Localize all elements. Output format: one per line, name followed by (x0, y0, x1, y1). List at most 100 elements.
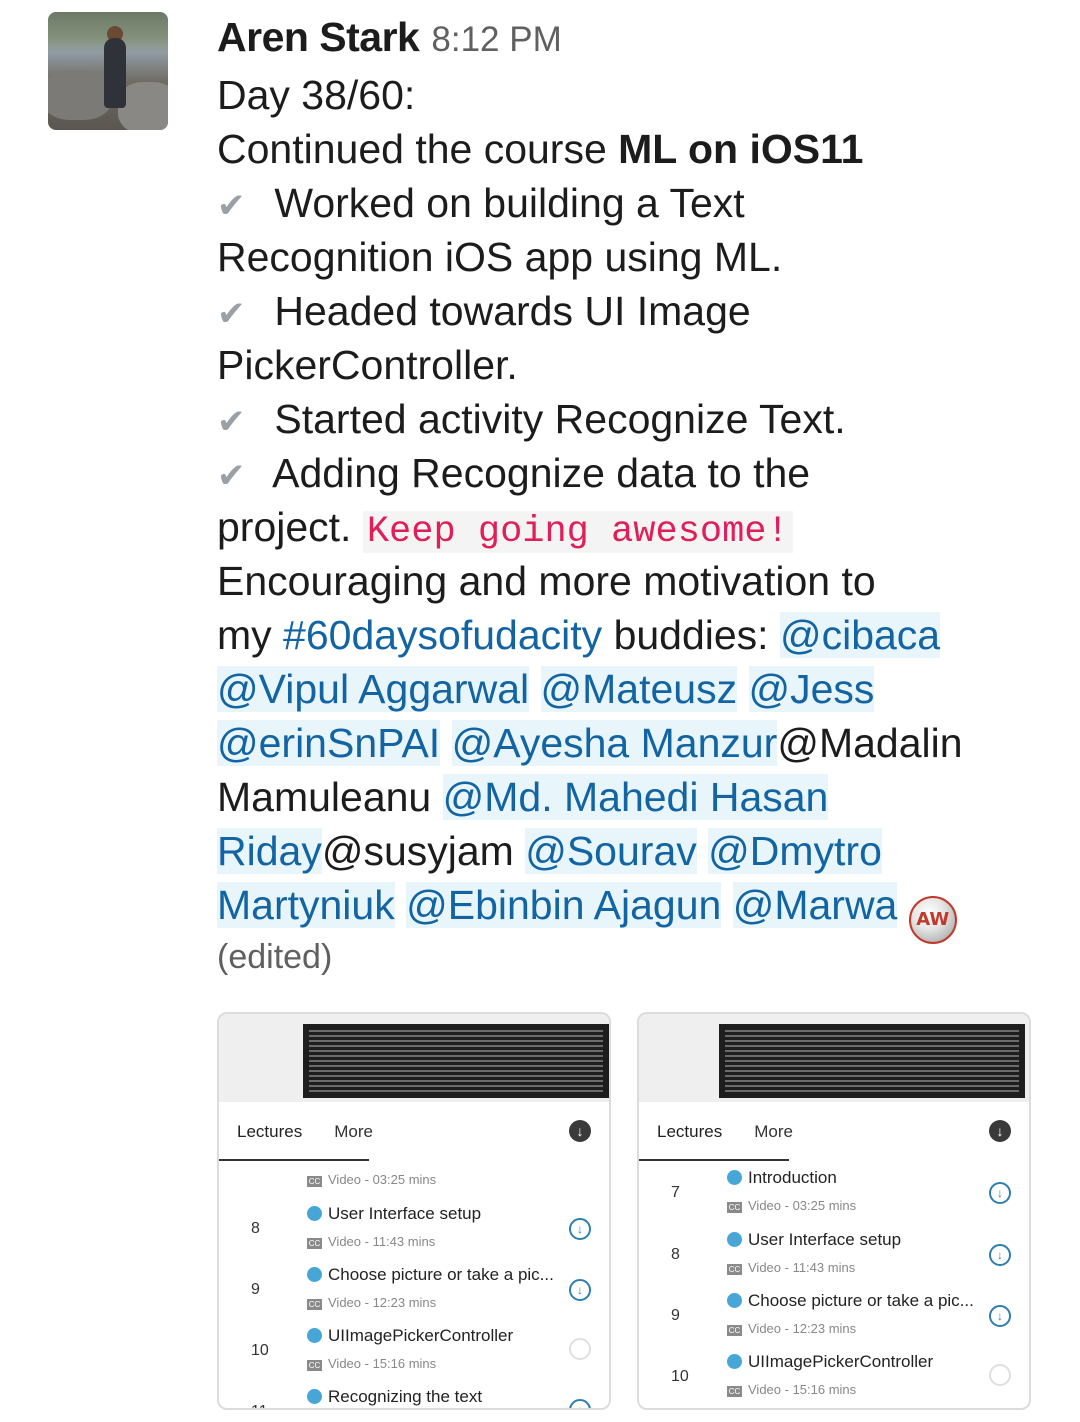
video-preview (639, 1014, 1029, 1102)
download-all-icon[interactable]: ↓ (989, 1120, 1011, 1142)
code-thumbnail (719, 1024, 1025, 1098)
check-icon (727, 1170, 742, 1185)
lecture-duration: CC Video - 03:25 mins (727, 1198, 856, 1213)
lecture-duration: CC Video - 11:43 mins (307, 1234, 435, 1249)
cc-icon: CC (307, 1176, 322, 1187)
download-icon[interactable]: ↓ (569, 1399, 591, 1408)
message-line: PickerController. (217, 342, 518, 388)
lecture-duration: CC Video - 12:23 mins (727, 1321, 856, 1336)
mention-link[interactable]: @erinSnPAI (217, 720, 441, 766)
lecture-number: 9 (251, 1281, 260, 1298)
download-icon[interactable]: ↓ (989, 1305, 1011, 1327)
message-timestamp[interactable]: 8:12 PM (431, 20, 561, 60)
text: @Madalin (777, 720, 963, 766)
mention-link[interactable]: @Sourav (525, 828, 697, 874)
download-empty-icon[interactable]: ↓ (569, 1338, 591, 1360)
message-body: Day 38/60: Continued the course ML on iO… (217, 68, 1057, 982)
lecture-title: User Interface setup (727, 1230, 901, 1250)
attachment-image-1[interactable]: Lectures More ↓ CC Video - 03:25 mins 8 U… (217, 1012, 611, 1410)
mention-link[interactable]: @Mateusz (540, 666, 738, 712)
text: Worked on building a Text (263, 180, 745, 226)
duration-text: Video - 12:23 mins (328, 1295, 437, 1310)
message-line: Recognition iOS app using ML. (217, 234, 783, 280)
message-line: Mamuleanu @Md. Mahedi Hasan (217, 770, 1057, 824)
lecture-title: Introduction (727, 1168, 837, 1188)
cc-icon: CC (727, 1325, 742, 1336)
text: Headed towards UI Image (263, 288, 751, 334)
download-icon[interactable]: ↓ (989, 1182, 1011, 1204)
lecture-number: 9 (671, 1307, 680, 1324)
video-preview (219, 1014, 609, 1102)
message-header: Aren Stark 8:12 PM (217, 14, 1057, 68)
mention-link[interactable]: @Md. Mahedi Hasan (442, 774, 829, 820)
text: buddies: (602, 612, 780, 658)
mention-link[interactable]: @cibaca (779, 612, 941, 658)
tab-indicator (219, 1159, 369, 1161)
message-line: ✔ Worked on building a Text (217, 176, 1057, 230)
check-icon: ✔ (217, 295, 246, 333)
attachment-image-2[interactable]: Lectures More ↓ 7 Introduction CC Video -… (637, 1012, 1031, 1410)
download-all-icon[interactable]: ↓ (569, 1120, 591, 1142)
tab-more[interactable]: More (334, 1122, 373, 1142)
cc-icon: CC (307, 1238, 322, 1249)
lecture-duration: CC Video - 12:23 mins (307, 1295, 436, 1310)
text: my (217, 612, 284, 658)
lecture-number: 8 (251, 1220, 260, 1237)
mention-link[interactable]: Riday (217, 828, 322, 874)
download-icon[interactable]: ↓ (569, 1279, 591, 1301)
text: Started activity Recognize Text. (263, 396, 846, 442)
lecture-title: Choose picture or take a pic... (727, 1291, 974, 1311)
mention-link[interactable]: @Vipul Aggarwal (217, 666, 530, 712)
cc-icon: CC (727, 1386, 742, 1397)
tab-more[interactable]: More (754, 1122, 793, 1142)
lecture-duration: CC Video - 11:43 mins (727, 1260, 855, 1275)
mention-link[interactable]: @Jess (748, 666, 875, 712)
cc-icon: CC (307, 1299, 322, 1310)
download-icon[interactable]: ↓ (989, 1244, 1011, 1266)
mention-link[interactable]: @Marwa (732, 882, 898, 928)
message-line: Encouraging and more motivation to (217, 558, 876, 604)
check-icon: ✔ (217, 187, 246, 225)
message-line: ✔ Adding Recognize data to the (217, 446, 1057, 500)
title-text: Choose picture or take a pic... (748, 1291, 974, 1310)
title-text: Recognizing the text (328, 1387, 483, 1406)
cc-icon: CC (727, 1264, 742, 1275)
download-icon[interactable]: ↓ (569, 1218, 591, 1240)
text: Adding Recognize data to the (263, 450, 811, 496)
user-avatar[interactable] (48, 12, 168, 130)
duration-text: Video - 15:16 mins (328, 1356, 437, 1371)
message-line: my #60daysofudacity buddies: @cibaca (217, 608, 1057, 662)
lecture-number: 7 (671, 1184, 680, 1201)
duration-text: Video - 11:43 mins (748, 1260, 856, 1275)
text: Mamuleanu (217, 774, 443, 820)
check-icon: ✔ (217, 457, 246, 495)
author-name[interactable]: Aren Stark (217, 14, 420, 61)
download-empty-icon[interactable]: ↓ (989, 1364, 1011, 1386)
text: Continued the course (217, 126, 619, 172)
tab-indicator (639, 1159, 789, 1161)
lecture-title: User Interface setup (307, 1204, 481, 1224)
lecture-duration: CC Video - 15:16 mins (307, 1356, 436, 1371)
lecture-title: Recognizing the text (307, 1387, 482, 1407)
hashtag-link[interactable]: #60daysofudacity (283, 612, 602, 658)
title-text: Introduction (748, 1168, 837, 1187)
lecture-duration: CC Video - 15:16 mins (727, 1382, 856, 1397)
mention-link[interactable]: @Ayesha Manzur (451, 720, 778, 766)
check-icon (307, 1389, 322, 1404)
tab-lectures[interactable]: Lectures (657, 1122, 722, 1142)
mention-link[interactable]: Martyniuk (217, 882, 395, 928)
duration-text: Video - 15:16 mins (748, 1382, 857, 1397)
inline-code: Keep going awesome! (362, 511, 793, 553)
title-text: User Interface setup (748, 1230, 902, 1249)
chat-message: Aren Stark 8:12 PM Day 38/60: Continued … (217, 14, 1057, 982)
message-line: Riday@susyjam @Sourav @Dmytro (217, 824, 1057, 878)
tab-lectures[interactable]: Lectures (237, 1122, 302, 1142)
check-icon: ✔ (217, 403, 246, 441)
mention-link[interactable]: @Dmytro (708, 828, 882, 874)
message-line: Day 38/60: (217, 72, 416, 118)
title-text: UIImagePickerController (328, 1326, 514, 1345)
mention-link[interactable]: @Ebinbin Ajagun (406, 882, 722, 928)
cc-icon: CC (307, 1360, 322, 1371)
duration-text: Video - 03:25 mins (748, 1198, 857, 1213)
lecture-duration: CC Video - 03:25 mins (307, 1172, 436, 1187)
